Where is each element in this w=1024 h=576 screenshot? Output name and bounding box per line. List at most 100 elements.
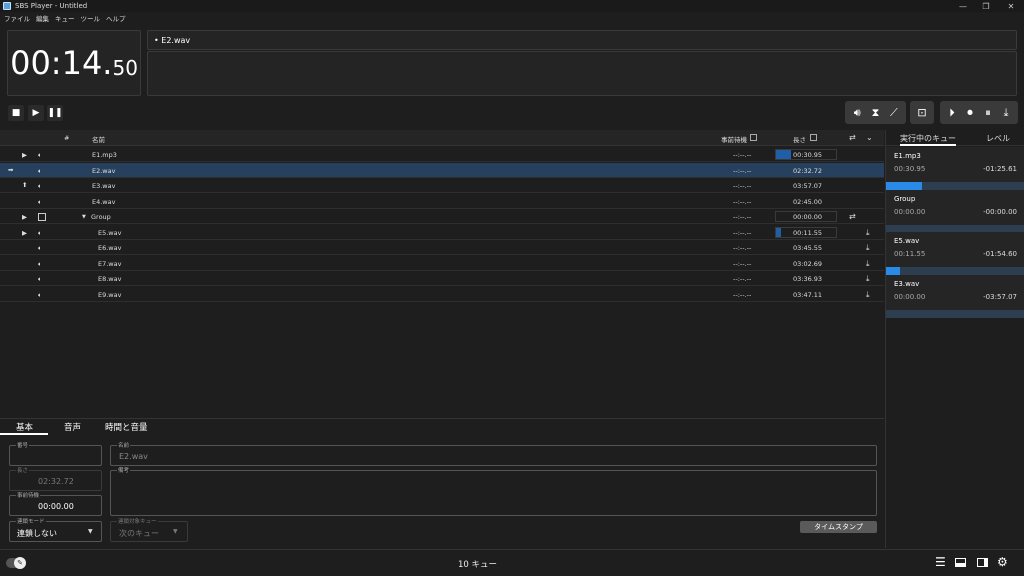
cue-prewait: --:--.-- [733,244,752,252]
cue-length: 03:57.07 [793,182,823,190]
settings-icon[interactable]: ⚙ [997,555,1008,569]
group-icon [38,213,46,221]
close-button[interactable]: ✕ [998,0,1024,12]
menu-file[interactable]: ファイル [4,13,30,23]
menu-edit[interactable]: 編集 [36,13,49,23]
stop-circle-icon[interactable]: ⏺ [961,106,979,120]
tab-time-volume[interactable]: 時間と音量 [105,421,148,433]
tab-audio[interactable]: 音声 [64,421,81,433]
play-circle-icon[interactable]: ⏵ [943,106,961,120]
volume-icon[interactable]: 🔊︎ [848,106,866,120]
name-field[interactable]: 名前 E2.wav [110,441,877,466]
cue-row[interactable]: 🔈︎ E9.wav --:--.-- 03:47.11 ⤓ [0,287,884,302]
cue-row[interactable]: 🔈︎ E6.wav --:--.-- 03:45.55 ⤓ [0,240,884,255]
download-icon[interactable]: ⤓ [866,243,870,253]
play-button[interactable]: ▶ [28,105,44,121]
cue-length: 02:32.72 [793,166,823,175]
prewait-toggle-icon[interactable] [750,134,757,141]
tab-levels[interactable]: レベル [986,133,1010,144]
active-cue-name: E3.wav [894,280,920,288]
cue-row[interactable]: ⬆ 🔈︎ E3.wav --:--.-- 03:57.07 [0,178,884,193]
download-icon[interactable]: ⤓ [866,274,870,284]
cue-prewait: --:--.-- [733,182,752,190]
active-cue-progress [886,182,1024,190]
expand-caret-icon[interactable]: ▼ [82,214,86,220]
active-cue-card[interactable]: E5.wav 00:11.55 -01:54.60 [886,232,1024,275]
curve-icon[interactable]: ⟋ [885,106,903,120]
length-toggle-icon[interactable] [810,134,817,141]
active-cue-name: E1.mp3 [894,152,921,160]
toolbar-group-playback: ⏵ ⏺ ⏸ ⤓ [940,101,1018,124]
repeat-icon[interactable]: ⇄ [849,212,856,221]
active-cue-progress [886,267,1024,275]
pause-button[interactable]: ❚❚ [47,105,63,121]
active-cues-panel: 実行中のキュー レベル E1.mp3 00:30.95 -01:25.61 Group… [885,130,1024,548]
current-cue-display: • E2.wav [147,30,1017,50]
header-prewait[interactable]: 事前待機 [721,134,747,144]
cue-length: 03:02.69 [793,259,823,268]
audio-icon: 🔈︎ [38,197,42,206]
mode-toggle[interactable]: ✎ [6,557,26,569]
download-circle-icon[interactable]: ⤓ [997,106,1015,120]
repeat-icon[interactable]: ⇄ [849,133,856,142]
bottom-panel-icon[interactable] [955,558,966,567]
chain-target-label: 連鎖対象キュー [117,517,158,525]
hourglass-icon[interactable]: ⧗ [866,106,884,120]
cue-length: 00:11.55 [793,228,823,237]
list-view-icon[interactable]: ☰ [935,555,946,569]
tab-basic[interactable]: 基本 [16,421,33,433]
stop-button[interactable]: ■ [8,105,24,121]
audio-icon: 🔈︎ [38,259,42,268]
header-name[interactable]: 名前 [92,134,105,144]
cue-length: 00:00.00 [793,213,823,221]
cue-row[interactable]: 🔈︎ E7.wav --:--.-- 03:02.69 ⤓ [0,256,884,271]
cue-length: 03:45.55 [793,244,823,252]
active-cue-card[interactable]: E3.wav 00:00.00 -03:57.07 [886,275,1024,318]
cue-name: E9.wav [98,290,122,299]
toolbar-group-focus: ⊡ [910,101,934,124]
active-cue-progress [886,310,1024,318]
number-field[interactable]: 番号 [9,441,102,466]
active-cue-card[interactable]: Group 00:00.00 -00:00.00 [886,190,1024,233]
notes-label: 備考 [117,466,131,474]
audio-icon: 🔈︎ [38,151,42,159]
window-title: SBS Player - Untitled [15,2,88,10]
loading-icon: ⬆ [22,181,28,189]
notes-field[interactable]: 備考 [110,466,877,516]
maximize-button[interactable]: ❐ [973,0,999,12]
download-icon[interactable]: ⤓ [866,259,870,269]
cue-row[interactable]: 🔈︎ E8.wav --:--.-- 03:36.93 ⤓ [0,271,884,286]
prewait-label: 事前待機 [16,491,41,499]
chain-target-select: 連鎖対象キュー 次のキュー ▼ [110,517,188,542]
cue-row[interactable]: 🔈︎ E4.wav --:--.-- 02:45.00 [0,194,884,209]
header-num[interactable]: # [64,134,69,142]
length-value: 02:32.72 [38,477,74,486]
audio-icon: 🔈︎ [38,290,42,299]
download-icon[interactable]: ⤓ [866,290,870,300]
cue-row[interactable]: ▶ ▼ Group --:--.-- 00:00.00 ⇄ [0,209,884,224]
menu-cue[interactable]: キュー [55,13,75,23]
focus-icon[interactable]: ⊡ [913,106,931,119]
active-cue-elapsed: 00:00.00 [894,293,926,301]
prewait-value: 00:00.00 [38,502,74,511]
cue-row[interactable]: ▶ 🔈︎ E5.wav --:--.-- 00:11.55 ⤓ [0,225,884,240]
side-panel-icon[interactable] [977,558,988,567]
active-cue-card[interactable]: E1.mp3 00:30.95 -01:25.61 [886,147,1024,190]
chain-mode-select[interactable]: 連鎖モード 連鎖しない ▼ [9,517,102,542]
length-label: 長さ [16,466,30,474]
timestamp-button[interactable]: タイムスタンプ [800,521,877,533]
pause-circle-icon[interactable]: ⏸ [979,106,997,120]
cue-row[interactable]: ▶ 🔈︎ E1.mp3 --:--.-- 00:30.95 [0,147,884,162]
length-field: 長さ 02:32.72 [9,466,102,491]
cue-row[interactable]: ➡ 🔈︎ E2.wav --:--.-- 02:32.72 [0,162,884,178]
menu-help[interactable]: ヘルプ [106,13,126,23]
download-icon[interactable]: ⤓ [866,228,870,238]
menu-tools[interactable]: ツール [81,13,101,23]
cue-table: # 名前 事前待機 長さ ⇄ ⌄ ▶ 🔈︎ E1.mp3 --:--.-- 00:30.… [0,130,884,418]
prewait-field[interactable]: 事前待機 00:00.00 [9,491,102,516]
audio-icon: 🔈︎ [38,244,42,252]
tab-active-cues[interactable]: 実行中のキュー [900,133,956,146]
header-length[interactable]: 長さ [793,134,806,144]
collapse-icon[interactable]: ⌄ [866,133,873,142]
right-tabs: 実行中のキュー レベル [886,130,1024,146]
